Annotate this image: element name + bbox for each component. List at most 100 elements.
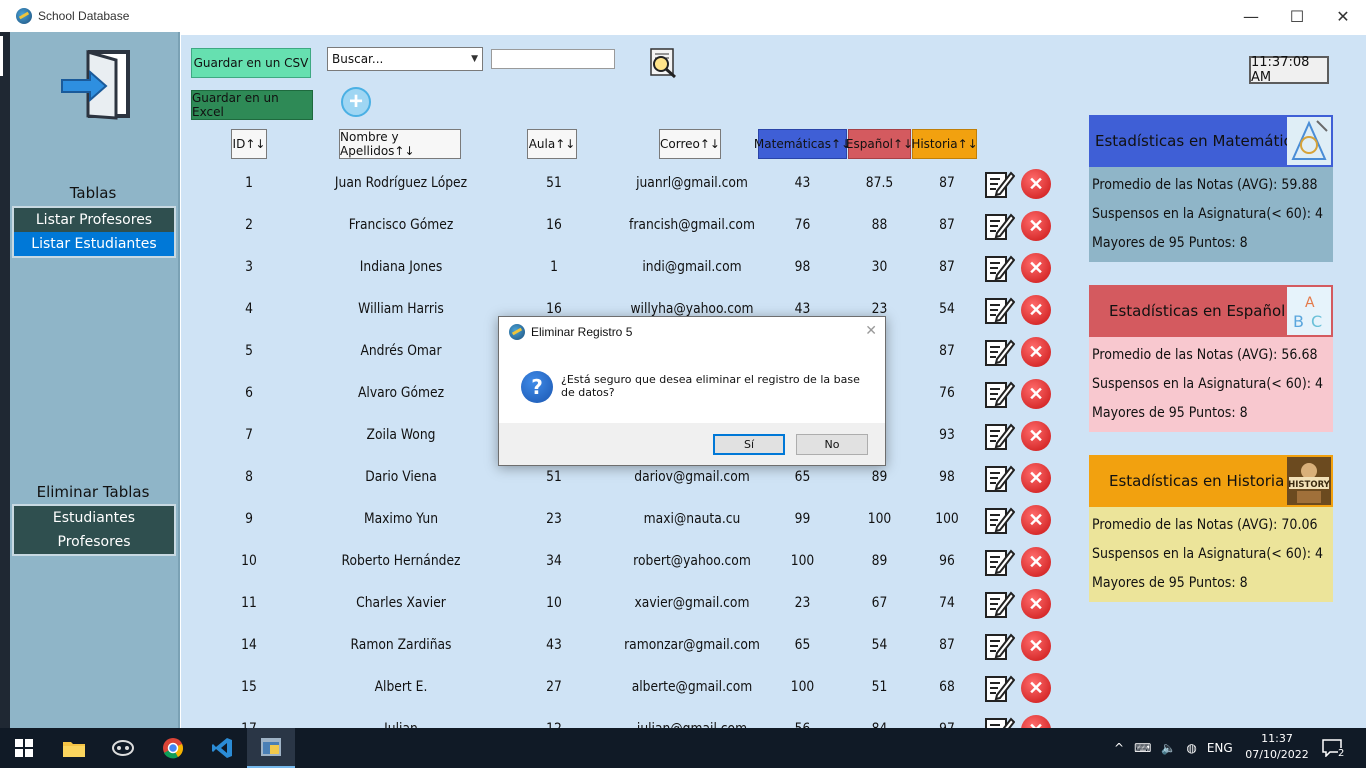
- stats-hist-fail: Suspensos en la Asignatura(< 60): 4: [1092, 546, 1324, 562]
- edit-icon[interactable]: [983, 251, 1015, 283]
- edit-icon[interactable]: [983, 545, 1015, 577]
- table-row: 3 Indiana Jones 1 indi@gmail.com 98 30 87 ✕: [181, 246, 1061, 288]
- cell-name: Charles Xavier: [356, 595, 446, 611]
- tables-list: Listar Profesores Listar Estudiantes: [12, 206, 176, 258]
- search-select-value: Buscar...: [332, 52, 384, 66]
- header-hist[interactable]: Historia↑↓: [911, 129, 978, 159]
- stats-math-fail: Suspensos en la Asignatura(< 60): 4: [1092, 206, 1324, 222]
- cell-name: Zoila Wong: [366, 427, 436, 443]
- cell-esp: 100: [867, 511, 892, 527]
- delete-icon[interactable]: ✕: [1021, 505, 1051, 535]
- delete-icon[interactable]: ✕: [1021, 337, 1051, 367]
- chrome-taskbar-button[interactable]: [149, 728, 197, 768]
- chevron-up-icon[interactable]: ^: [1114, 741, 1124, 755]
- header-correo[interactable]: Correo↑↓: [659, 129, 721, 159]
- edit-icon[interactable]: [983, 209, 1015, 241]
- delete-icon[interactable]: ✕: [1021, 379, 1051, 409]
- list-teachers-button[interactable]: Listar Profesores: [14, 208, 174, 232]
- cell-esp: 88: [871, 217, 888, 233]
- header-math[interactable]: Matemáticas↑↓: [754, 129, 851, 159]
- header-aula[interactable]: Aula↑↓: [527, 129, 577, 159]
- edit-icon[interactable]: [983, 671, 1015, 703]
- header-name[interactable]: Nombre y Apellidos↑↓: [339, 129, 461, 159]
- delete-icon[interactable]: ✕: [1021, 631, 1051, 661]
- app-taskbar-button[interactable]: [99, 728, 147, 768]
- search-field-select[interactable]: Buscar... ▼: [327, 47, 483, 71]
- dialog-no-button[interactable]: No: [796, 434, 868, 455]
- edit-icon[interactable]: [983, 503, 1015, 535]
- cell-hist: 68: [939, 679, 955, 695]
- stats-esp-panel: Estadísticas en Español A B C Promedio d…: [1089, 285, 1333, 432]
- cell-id: 6: [245, 385, 253, 401]
- edit-icon[interactable]: [983, 377, 1015, 409]
- delete-icon[interactable]: ✕: [1021, 463, 1051, 493]
- table-row: 1 Juan Rodríguez López 51 juanrl@gmail.com 4…: [181, 162, 1061, 204]
- chrome-icon: [163, 738, 183, 759]
- network-globe-icon[interactable]: ◍: [1186, 741, 1196, 755]
- search-input[interactable]: [491, 49, 615, 69]
- edit-icon[interactable]: [983, 587, 1015, 619]
- delete-icon[interactable]: ✕: [1021, 547, 1051, 577]
- delete-icon[interactable]: ✕: [1021, 715, 1051, 728]
- language-indicator[interactable]: ENG: [1207, 741, 1233, 755]
- stats-esp-fail: Suspensos en la Asignatura(< 60): 4: [1092, 376, 1324, 392]
- cell-correo: alberte@gmail.com: [631, 679, 753, 695]
- delete-icon[interactable]: ✕: [1021, 169, 1051, 199]
- delete-students-button[interactable]: Estudiantes: [14, 506, 174, 530]
- list-students-button[interactable]: Listar Estudiantes: [14, 232, 174, 256]
- minimize-button[interactable]: —: [1228, 0, 1274, 32]
- delete-icon[interactable]: ✕: [1021, 211, 1051, 241]
- cell-math: 43: [794, 175, 811, 191]
- table-row: 17 Julian 12 julian@gmail.com 56 84 97 ✕: [181, 708, 1061, 728]
- file-explorer-taskbar-button[interactable]: [50, 728, 98, 768]
- gamepad-icon: [112, 740, 134, 756]
- delete-teachers-button[interactable]: Profesores: [14, 530, 174, 554]
- delete-icon[interactable]: ✕: [1021, 589, 1051, 619]
- notification-center[interactable]: 2: [1322, 728, 1345, 768]
- vscode-taskbar-button[interactable]: [198, 728, 246, 768]
- add-record-button[interactable]: +: [341, 87, 371, 117]
- edit-icon[interactable]: [983, 167, 1015, 199]
- close-button[interactable]: ✕: [1320, 0, 1366, 32]
- stats-math-header: Estadísticas en Matemáticas: [1089, 115, 1333, 167]
- delete-tables-section-title: Eliminar Tablas: [36, 483, 150, 501]
- cell-id: 3: [245, 259, 253, 275]
- save-csv-button[interactable]: Guardar en un CSV: [191, 48, 311, 78]
- stats-hist-top: Mayores de 95 Puntos: 8: [1092, 575, 1248, 591]
- table-row: 14 Ramon Zardiñas 43 ramonzar@gmail.com 65 54…: [181, 624, 1061, 666]
- logout-door-icon[interactable]: [60, 50, 132, 120]
- maximize-button[interactable]: ☐: [1274, 0, 1320, 32]
- volume-icon[interactable]: 🔈: [1161, 741, 1176, 755]
- edit-icon[interactable]: [983, 419, 1015, 451]
- taskbar-clock[interactable]: 11:37 07/10/2022: [1244, 731, 1310, 763]
- cell-name: Indiana Jones: [359, 259, 443, 275]
- edit-icon[interactable]: [983, 335, 1015, 367]
- python-taskbar-button[interactable]: [247, 728, 295, 768]
- delete-icon[interactable]: ✕: [1021, 673, 1051, 703]
- cell-aula: 27: [546, 679, 562, 695]
- header-id[interactable]: ID↑↓: [231, 129, 267, 159]
- edit-icon[interactable]: [983, 461, 1015, 493]
- delete-icon[interactable]: ✕: [1021, 253, 1051, 283]
- table-row: 9 Maximo Yun 23 maxi@nauta.cu 99 100 100 ✕: [181, 498, 1061, 540]
- edit-icon[interactable]: [983, 713, 1015, 728]
- window-title: School Database: [38, 9, 130, 23]
- delete-icon[interactable]: ✕: [1021, 295, 1051, 325]
- edit-icon[interactable]: [983, 629, 1015, 661]
- cell-id: 11: [241, 595, 257, 611]
- stats-esp-title: Estadísticas en Español: [1109, 302, 1286, 320]
- dialog-yes-button[interactable]: Sí: [713, 434, 785, 455]
- dialog-close-icon[interactable]: ✕: [865, 323, 877, 339]
- save-excel-button[interactable]: Guardar en un Excel: [191, 90, 313, 120]
- edit-icon[interactable]: [983, 293, 1015, 325]
- delete-icon[interactable]: ✕: [1021, 421, 1051, 451]
- cell-aula: 12: [530, 708, 578, 728]
- cell-name: Julian: [331, 708, 472, 728]
- header-esp[interactable]: Español↑↓: [846, 129, 913, 159]
- start-button[interactable]: [0, 728, 48, 768]
- cell-esp: 89: [871, 553, 888, 569]
- search-icon[interactable]: [647, 47, 679, 79]
- table-row: 15 Albert E. 27 alberte@gmail.com 100 51 68 ✕: [181, 666, 1061, 708]
- cell-id: 8: [245, 469, 253, 485]
- input-method-icon[interactable]: ⌨: [1134, 741, 1151, 755]
